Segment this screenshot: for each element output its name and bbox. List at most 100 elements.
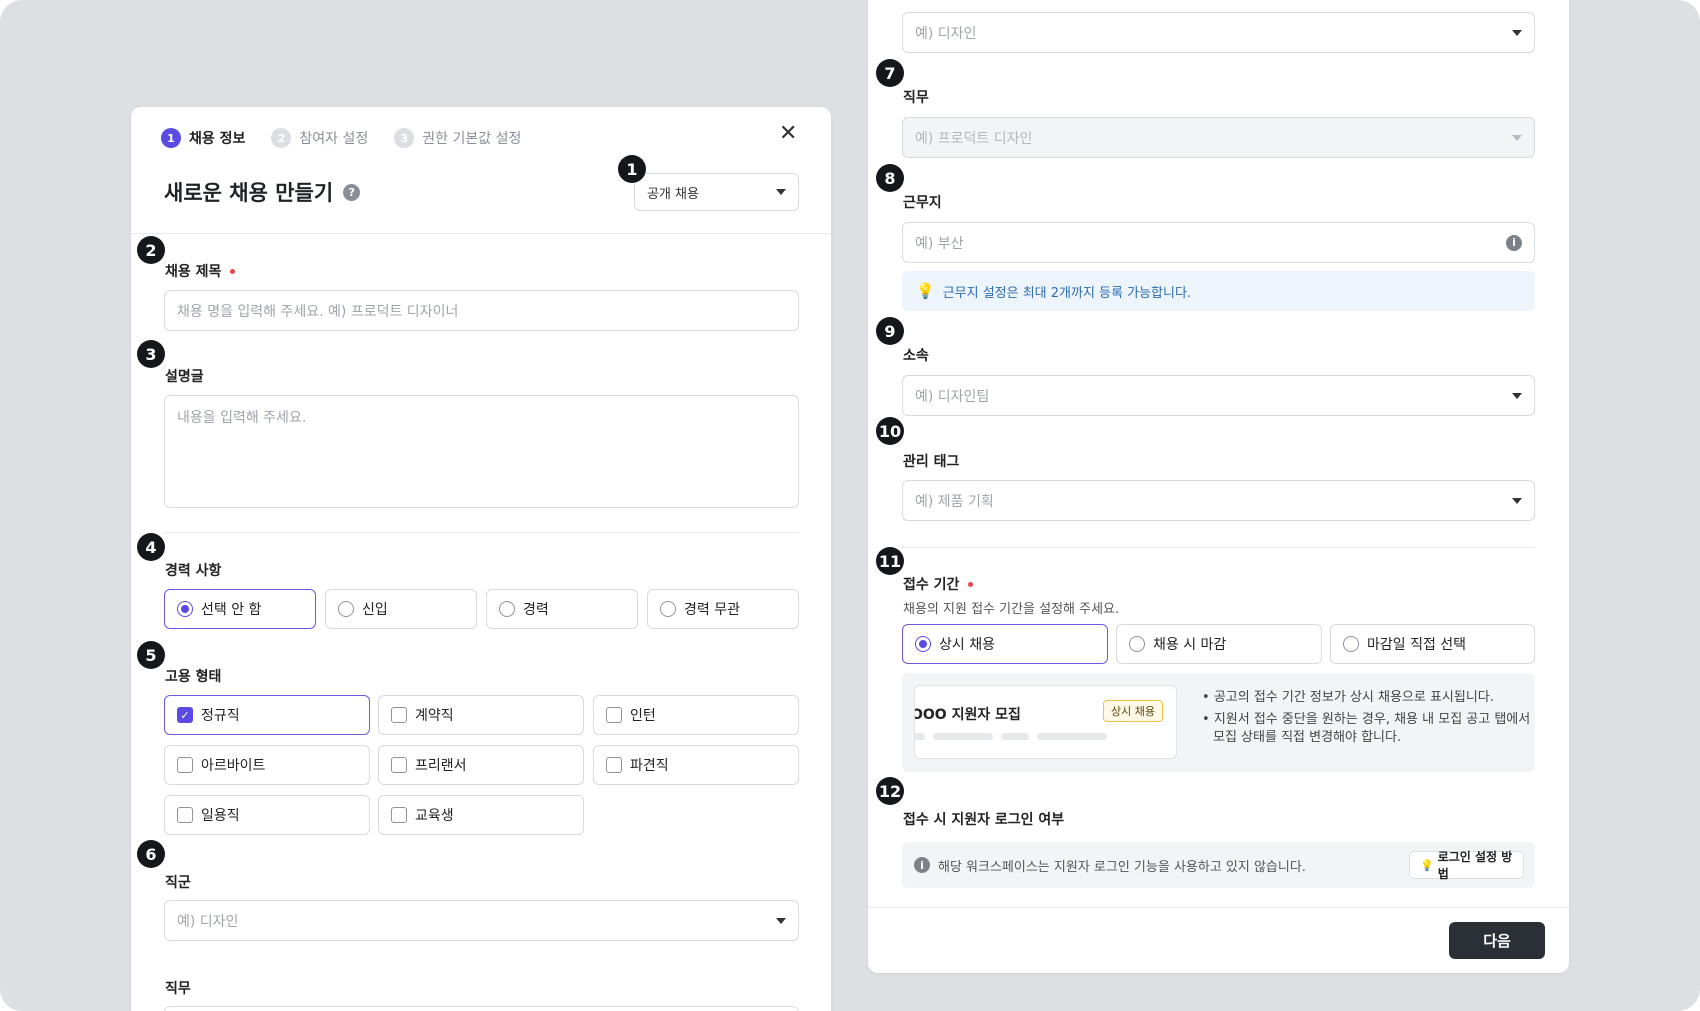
step-participants[interactable]: 2 참여자 설정	[271, 128, 368, 148]
next-button[interactable]: 다음	[1449, 922, 1545, 959]
tags-select[interactable]: 예) 제품 기획	[902, 480, 1535, 521]
recruitment-type-value: 공개 채용	[647, 186, 699, 202]
annotation-marker-9: 9	[876, 317, 904, 345]
help-icon[interactable]: ?	[343, 183, 361, 201]
job-group-placeholder: 예) 디자인	[177, 913, 239, 930]
description-label: 설명글	[165, 369, 204, 385]
job-role-label: 직무	[165, 981, 191, 997]
tags-placeholder: 예) 제품 기획	[915, 493, 994, 510]
job-title-label-text: 채용 제목	[165, 264, 222, 280]
experience-option-none[interactable]: 선택 안 함	[164, 589, 316, 629]
skeleton-line	[915, 733, 925, 740]
radio	[499, 601, 515, 617]
option-label: 파견직	[630, 758, 669, 774]
employment-option-trainee[interactable]: 교육생	[378, 795, 584, 835]
location-label: 근무지	[903, 195, 942, 211]
description-placeholder: 내용을 입력해 주세요.	[177, 410, 307, 426]
step-recruitment-info[interactable]: 1 채용 정보	[161, 128, 245, 148]
job-group-label: 직군	[165, 875, 191, 891]
employment-option-contract[interactable]: 계약직	[378, 695, 584, 735]
annotation-marker-1: 1	[618, 155, 646, 183]
employment-option-freelancer[interactable]: 프리랜서	[378, 745, 584, 785]
employment-label: 고용 형태	[165, 669, 222, 685]
annotation-marker-12: 12	[876, 777, 904, 805]
step-permission-defaults[interactable]: 3 권한 기본값 설정	[394, 128, 521, 148]
step-label: 참여자 설정	[299, 131, 369, 147]
preview-bullets: • 공고의 접수 기간 정보가 상시 채용으로 표시됩니다. • 지원서 접수 …	[1202, 689, 1530, 747]
job-group-select[interactable]: 예) 디자인	[164, 900, 799, 941]
step-label: 채용 정보	[189, 131, 246, 147]
checkbox	[606, 757, 622, 773]
lightbulb-icon: 💡	[916, 282, 935, 300]
option-label: 신입	[362, 602, 388, 618]
radio	[660, 601, 676, 617]
chevron-down-icon	[1512, 29, 1522, 36]
recruitment-type-select[interactable]: 공개 채용	[634, 173, 799, 211]
affiliation-select[interactable]: 예) 디자인팀	[902, 375, 1535, 416]
bullet-item: • 지원서 접수 중단을 원하는 경우, 채용 내 모집 공고 탭에서	[1202, 712, 1531, 727]
login-settings-guide-button[interactable]: 💡 로그인 설정 방법	[1409, 850, 1524, 881]
required-dot	[968, 581, 974, 587]
option-label: 일용직	[201, 808, 240, 824]
login-settings-guide-label: 로그인 설정 방법	[1437, 850, 1513, 881]
step-number: 1	[161, 128, 181, 148]
employment-option-intern[interactable]: 인턴	[593, 695, 799, 735]
checkbox	[606, 707, 622, 723]
location-tip: 💡 근무지 설정은 최대 2개까지 등록 가능합니다.	[902, 271, 1535, 311]
location-input[interactable]: 예) 부산 i	[902, 222, 1535, 263]
period-preview-box: OOO 지원자 모집 상시 채용 • 공고의 접수 기간 정보가 상시 채용으로…	[902, 673, 1535, 772]
preview-card: OOO 지원자 모집 상시 채용	[914, 685, 1177, 759]
option-label: 채용 시 마감	[1153, 637, 1227, 653]
location-placeholder: 예) 부산	[915, 235, 964, 252]
checkbox	[391, 707, 407, 723]
option-label: 선택 안 함	[201, 602, 262, 618]
canvas-background: 1 채용 정보 2 참여자 설정 3 권한 기본값 설정 ✕ 새로운 채용 만들…	[0, 0, 1700, 1011]
employment-option-parttime[interactable]: 아르바이트	[164, 745, 370, 785]
tags-label: 관리 태그	[903, 454, 960, 470]
job-title-input[interactable]: 채용 명을 입력해 주세요. 예) 프로덕트 디자이너	[164, 290, 799, 331]
page-title-text: 새로운 채용 만들기	[164, 181, 334, 205]
option-label: 경력 무관	[684, 602, 740, 618]
period-label: 접수 기간	[903, 574, 974, 594]
step-number: 3	[394, 128, 415, 148]
location-tip-text: 근무지 설정은 최대 2개까지 등록 가능합니다.	[942, 285, 1192, 301]
employment-option-dispatched[interactable]: 파견직	[593, 745, 799, 785]
period-option-always[interactable]: 상시 채용	[902, 624, 1108, 664]
step-number: 2	[271, 128, 292, 148]
affiliation-placeholder: 예) 디자인팀	[915, 388, 990, 405]
radio	[1343, 636, 1359, 652]
checkbox-checked: ✓	[177, 707, 193, 723]
experience-option-experienced[interactable]: 경력	[486, 589, 638, 629]
preview-badge: 상시 채용	[1103, 700, 1163, 722]
header-divider	[131, 233, 831, 234]
section-divider	[902, 547, 1535, 548]
job-role-select-partial[interactable]	[164, 1006, 799, 1011]
job-group-select[interactable]: 예) 디자인	[902, 12, 1535, 53]
experience-option-any[interactable]: 경력 무관	[647, 589, 799, 629]
annotation-marker-8: 8	[876, 164, 904, 192]
employment-option-daily[interactable]: 일용직	[164, 795, 370, 835]
option-label: 프리랜서	[415, 758, 467, 774]
period-option-select-deadline[interactable]: 마감일 직접 선택	[1330, 624, 1535, 664]
lightbulb-icon: 💡	[1420, 858, 1434, 872]
section-divider	[164, 532, 799, 533]
employment-option-fulltime[interactable]: ✓ 정규직	[164, 695, 370, 735]
skeleton-line	[1001, 733, 1029, 740]
job-role-select[interactable]: 예) 프로덕트 디자인	[902, 117, 1535, 158]
period-label-text: 접수 기간	[903, 577, 960, 593]
preview-title: OOO 지원자 모집	[914, 707, 1021, 723]
checkbox	[177, 757, 193, 773]
option-label: 계약직	[415, 708, 454, 724]
option-label: 정규직	[201, 708, 240, 724]
step-label: 권한 기본값 설정	[422, 131, 522, 147]
close-icon[interactable]: ✕	[779, 121, 797, 146]
job-title-label: 채용 제목	[165, 261, 236, 281]
info-icon[interactable]: i	[1506, 234, 1522, 251]
bullet-text: 지원서 접수 중단을 원하는 경우, 채용 내 모집 공고 탭에서	[1213, 712, 1531, 727]
description-textarea[interactable]: 내용을 입력해 주세요.	[164, 395, 799, 508]
annotation-marker-7: 7	[876, 59, 904, 87]
radio	[1129, 636, 1145, 652]
period-option-close-on-hire[interactable]: 채용 시 마감	[1116, 624, 1322, 664]
chevron-down-icon	[1512, 497, 1522, 504]
experience-option-new[interactable]: 신입	[325, 589, 477, 629]
